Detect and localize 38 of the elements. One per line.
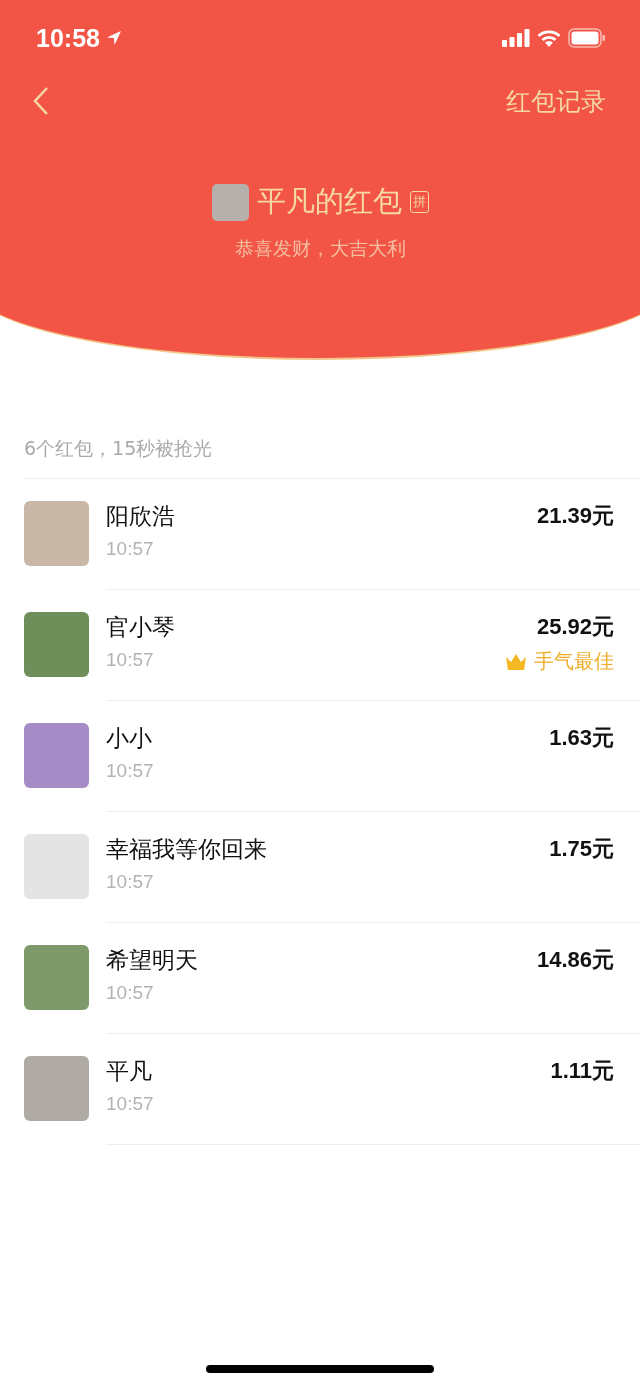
receive-time: 10:57 (106, 1093, 154, 1115)
best-luck-label: 手气最佳 (534, 648, 614, 675)
receive-time: 10:57 (106, 982, 155, 1004)
receive-time: 10:57 (106, 538, 155, 560)
receive-time: 10:57 (106, 871, 155, 893)
battery-icon (568, 28, 606, 48)
amount-text: 1.75元 (549, 835, 614, 863)
user-name: 阳欣浩 (106, 502, 175, 531)
avatar-photo-placeholder (24, 834, 89, 899)
summary-text: 6个红包，15秒被抢光 (23, 436, 214, 461)
avatar-photo-placeholder (24, 723, 89, 788)
user-name: 官小琴 (106, 613, 175, 642)
user-name: 平凡 (106, 1057, 153, 1086)
receive-time: 10:57 (106, 760, 154, 782)
back-icon[interactable] (32, 86, 50, 116)
amount-text: 14.86元 (536, 946, 614, 974)
group-tag: 拼 (409, 191, 429, 213)
envelope-title: 平凡的红包 (256, 183, 402, 220)
crown-icon (505, 652, 527, 671)
avatar-photo-placeholder (211, 183, 249, 221)
amount-text: 21.39元 (536, 502, 614, 530)
status-time: 10:58 (36, 23, 100, 53)
user-name: 小小 (106, 724, 153, 753)
avatar-photo-placeholder (24, 501, 89, 566)
user-name: 幸福我等你回来 (106, 835, 267, 864)
amount-text: 1.63元 (549, 724, 614, 752)
avatar-photo-placeholder (24, 1056, 89, 1121)
amount-text: 25.92元 (536, 613, 614, 641)
location-arrow-icon (105, 30, 122, 46)
receive-time: 10:57 (106, 649, 155, 671)
wifi-icon (536, 28, 562, 48)
avatar-photo-placeholder (24, 945, 89, 1010)
user-name: 希望明天 (106, 946, 198, 975)
amount-text: 1.11元 (550, 1057, 614, 1085)
records-link[interactable]: 红包记录 (506, 84, 606, 118)
avatar-photo-placeholder (24, 612, 89, 677)
wish-text: 恭喜发财，大吉大利 (233, 236, 407, 261)
signal-icon (502, 29, 530, 47)
